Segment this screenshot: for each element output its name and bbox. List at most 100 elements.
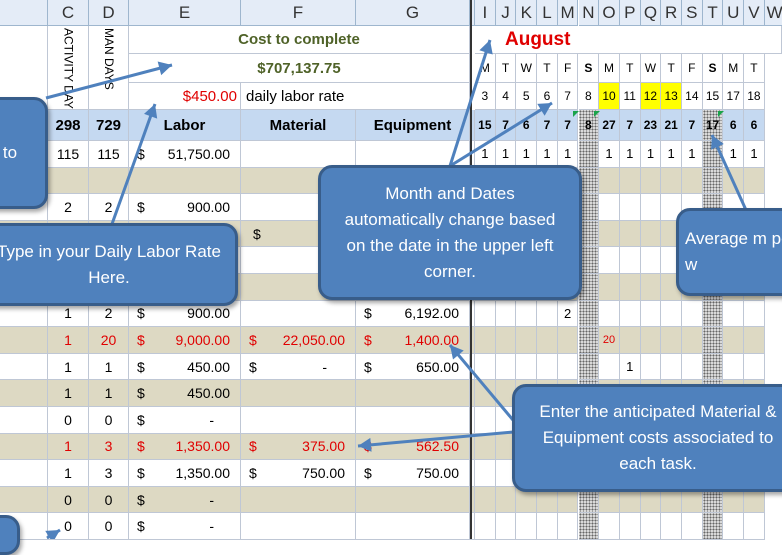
equipment-cell[interactable]: [356, 380, 470, 407]
labor-cell[interactable]: $900.00: [129, 194, 241, 221]
material-cell[interactable]: $ -: [241, 353, 356, 381]
equipment-cell[interactable]: [356, 141, 470, 168]
column-header-n[interactable]: N: [578, 0, 600, 26]
day-cell[interactable]: [661, 513, 682, 540]
day-cell[interactable]: [723, 353, 745, 381]
equipment-cell[interactable]: $6,192.00: [356, 300, 470, 328]
day-cell[interactable]: [640, 194, 662, 221]
day-cell[interactable]: [744, 327, 765, 354]
day-cell[interactable]: 1: [661, 141, 682, 168]
man-days-cell[interactable]: 2: [89, 194, 129, 221]
day-cell[interactable]: 1: [640, 141, 662, 168]
day-cell[interactable]: 1: [475, 141, 496, 168]
column-header-u[interactable]: U: [723, 0, 745, 26]
day-cell[interactable]: [619, 247, 641, 274]
day-cell[interactable]: 1: [682, 141, 703, 168]
day-cell[interactable]: [640, 247, 662, 274]
day-cell[interactable]: 1: [537, 141, 558, 168]
row-header[interactable]: [0, 486, 48, 514]
man-days-cell[interactable]: 0: [89, 407, 129, 434]
material-cell[interactable]: [241, 486, 356, 514]
day-cell[interactable]: [537, 353, 558, 381]
man-days-cell[interactable]: [89, 167, 129, 195]
day-cell[interactable]: [619, 167, 641, 195]
equipment-cell[interactable]: $1,400.00: [356, 327, 470, 354]
activity-days-cell[interactable]: 1: [48, 433, 89, 461]
day-cell[interactable]: [619, 194, 641, 221]
day-cell[interactable]: [495, 353, 517, 381]
column-header-m[interactable]: M: [557, 0, 579, 26]
day-cell[interactable]: [537, 300, 558, 328]
day-cell[interactable]: [744, 167, 765, 195]
activity-days-cell[interactable]: 1: [48, 353, 89, 381]
day-cell[interactable]: [475, 300, 496, 328]
activity-days-cell[interactable]: 0: [48, 486, 89, 514]
day-cell[interactable]: [599, 194, 620, 221]
row-header[interactable]: [0, 327, 48, 354]
column-header-k[interactable]: K: [516, 0, 538, 26]
day-cell[interactable]: [475, 380, 496, 407]
day-cell[interactable]: [702, 141, 724, 168]
day-cell[interactable]: [640, 513, 662, 540]
material-cell[interactable]: [241, 141, 356, 168]
row-header[interactable]: [0, 433, 48, 461]
day-cell[interactable]: [619, 300, 641, 328]
day-cell[interactable]: [682, 327, 703, 354]
day-cell[interactable]: [661, 167, 682, 195]
column-header-v[interactable]: V: [744, 0, 765, 26]
day-cell[interactable]: [475, 407, 496, 434]
activity-days-cell[interactable]: 0: [48, 407, 89, 434]
day-cell[interactable]: [702, 167, 724, 195]
labor-cell[interactable]: $450.00: [129, 380, 241, 407]
day-cell[interactable]: [475, 327, 496, 354]
labor-cell[interactable]: $ -: [129, 486, 241, 514]
day-cell[interactable]: [578, 300, 600, 328]
material-cell[interactable]: [241, 300, 356, 328]
day-cell[interactable]: [640, 220, 662, 248]
day-cell[interactable]: [723, 167, 745, 195]
day-cell[interactable]: [640, 167, 662, 195]
man-days-cell[interactable]: 3: [89, 460, 129, 487]
man-days-cell[interactable]: 115: [89, 141, 129, 168]
column-header-r[interactable]: R: [661, 0, 682, 26]
column-header-q[interactable]: Q: [640, 0, 662, 26]
day-cell[interactable]: [661, 327, 682, 354]
day-cell[interactable]: [537, 513, 558, 540]
row-header[interactable]: [0, 407, 48, 434]
day-cell[interactable]: [495, 513, 517, 540]
row-header[interactable]: [0, 380, 48, 407]
day-cell[interactable]: 1: [599, 141, 620, 168]
day-cell[interactable]: [475, 433, 496, 461]
row-header[interactable]: [0, 353, 48, 381]
man-days-cell[interactable]: 0: [89, 486, 129, 514]
day-cell[interactable]: 1: [619, 353, 641, 381]
day-cell[interactable]: [537, 327, 558, 354]
activity-days-cell[interactable]: [48, 167, 89, 195]
day-cell[interactable]: [702, 327, 724, 354]
day-cell[interactable]: [661, 353, 682, 381]
man-days-cell[interactable]: 3: [89, 433, 129, 461]
equipment-cell[interactable]: $650.00: [356, 353, 470, 381]
day-cell[interactable]: [682, 167, 703, 195]
activity-days-cell[interactable]: 1: [48, 380, 89, 407]
day-cell[interactable]: [578, 327, 600, 354]
labor-cell[interactable]: $ -: [129, 513, 241, 540]
day-cell[interactable]: 1: [516, 141, 538, 168]
day-cell[interactable]: 1: [744, 141, 765, 168]
column-header-g[interactable]: G: [356, 0, 470, 26]
man-days-cell[interactable]: 1: [89, 353, 129, 381]
day-cell[interactable]: [495, 327, 517, 354]
material-cell[interactable]: $375.00: [241, 433, 356, 461]
column-header-s[interactable]: S: [682, 0, 703, 26]
day-cell[interactable]: [619, 327, 641, 354]
labor-cell[interactable]: $9,000.00: [129, 327, 241, 354]
equipment-cell[interactable]: [356, 407, 470, 434]
material-cell[interactable]: $750.00: [241, 460, 356, 487]
day-cell[interactable]: [619, 513, 641, 540]
labor-cell[interactable]: $ -: [129, 407, 241, 434]
day-cell[interactable]: 2: [557, 300, 579, 328]
day-cell[interactable]: [557, 353, 579, 381]
labor-cell[interactable]: $450.00: [129, 353, 241, 381]
day-cell[interactable]: [723, 300, 745, 328]
column-header-w[interactable]: W: [764, 0, 782, 26]
